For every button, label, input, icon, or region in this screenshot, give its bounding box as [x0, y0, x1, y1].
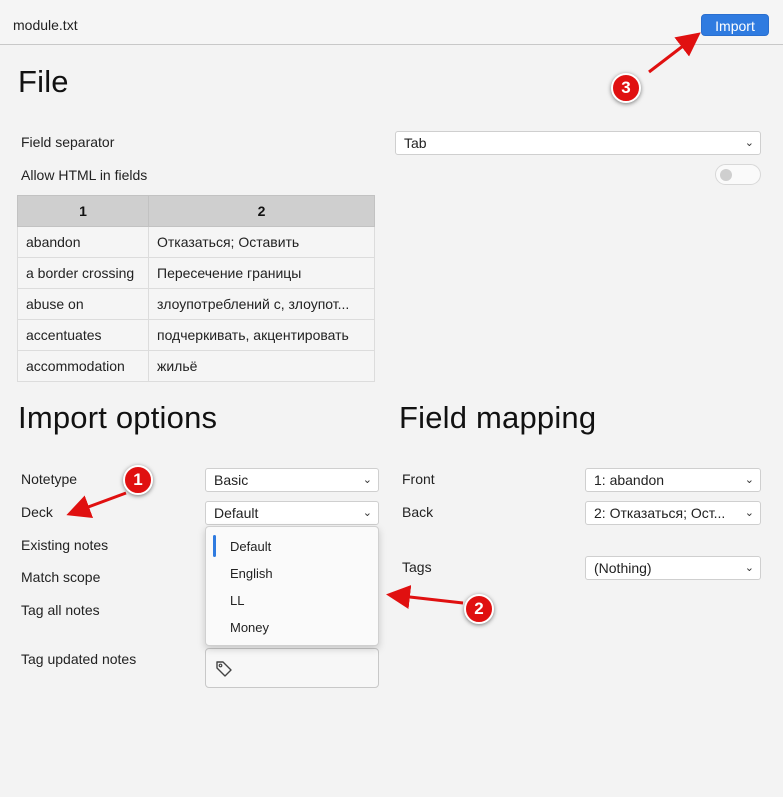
tag-icon [216, 661, 232, 677]
allow-html-label: Allow HTML in fields [21, 167, 148, 183]
table-row: abandon Отказаться; Оставить [17, 226, 375, 258]
table-header-row: 1 2 [17, 195, 375, 227]
chevron-down-icon: ⌄ [744, 137, 754, 149]
notetype-value: Basic [214, 472, 249, 488]
arrow-1 [66, 491, 127, 519]
table-cell: a border crossing [17, 257, 149, 289]
table-cell: Отказаться; Оставить [148, 226, 375, 258]
front-value: 1: abandon [594, 472, 665, 488]
front-select[interactable]: 1: abandon ⌄ [585, 468, 761, 492]
field-separator-label: Field separator [21, 134, 115, 150]
field-separator-select[interactable]: Tab ⌄ [395, 131, 761, 155]
import-button[interactable]: Import [701, 14, 769, 36]
match-scope-label: Match scope [21, 569, 101, 585]
chevron-down-icon: ⌄ [362, 474, 372, 486]
deck-option-default[interactable]: Default [230, 539, 271, 554]
back-select[interactable]: 2: Отказаться; Ост... ⌄ [585, 501, 761, 525]
back-value: 2: Отказаться; Ост... [594, 505, 726, 521]
tag-all-notes-label: Tag all notes [21, 602, 100, 618]
existing-notes-label: Existing notes [21, 537, 109, 553]
chevron-down-icon: ⌄ [744, 474, 754, 486]
tags-label: Tags [402, 559, 432, 575]
annotation-arrows [66, 32, 701, 609]
table-cell: злоупотреблений с, злоупот... [148, 288, 375, 320]
column-header: 1 [17, 195, 149, 227]
file-name: module.txt [13, 17, 78, 33]
tag-updated-notes-label: Tag updated notes [21, 651, 137, 667]
front-label: Front [402, 471, 435, 487]
selected-indicator [213, 535, 216, 557]
table-cell: жильё [148, 350, 375, 382]
deck-option-ll[interactable]: LL [230, 593, 244, 608]
table-row: abuse on злоупотреблений с, злоупот... [17, 288, 375, 320]
top-bar: module.txt Import [0, 0, 783, 45]
tag-updated-notes-input[interactable] [205, 648, 379, 688]
table-cell: Пересечение границы [148, 257, 375, 289]
column-header: 2 [148, 195, 375, 227]
notetype-label: Notetype [21, 471, 78, 487]
import-options-heading: Import options [18, 400, 218, 435]
deck-value: Default [214, 505, 259, 521]
field-separator-value: Tab [404, 135, 427, 151]
deck-option-money[interactable]: Money [230, 620, 269, 635]
chevron-down-icon: ⌄ [744, 562, 754, 574]
table-cell: abuse on [17, 288, 149, 320]
toggle-knob [720, 169, 732, 181]
table-row: accommodation жильё [17, 350, 375, 382]
arrow-2 [386, 585, 464, 609]
deck-select[interactable]: Default ⌄ [205, 501, 379, 525]
table-cell: accommodation [17, 350, 149, 382]
tags-select[interactable]: (Nothing) ⌄ [585, 556, 761, 580]
deck-option-english[interactable]: English [230, 566, 273, 581]
allow-html-toggle[interactable] [715, 164, 761, 185]
table-cell: accentuates [17, 319, 149, 351]
chevron-down-icon: ⌄ [362, 507, 372, 519]
table-row: accentuates подчеркивать, акцентировать [17, 319, 375, 351]
deck-dropdown-menu: Default English LL Money [205, 526, 379, 646]
annotation-badge-3: 3 [611, 73, 641, 103]
field-mapping-heading: Field mapping [399, 400, 597, 435]
notetype-select[interactable]: Basic ⌄ [205, 468, 379, 492]
file-heading: File [18, 64, 69, 99]
annotation-badge-1: 1 [123, 465, 153, 495]
table-cell: подчеркивать, акцентировать [148, 319, 375, 351]
tags-value: (Nothing) [594, 560, 652, 576]
chevron-down-icon: ⌄ [744, 507, 754, 519]
back-label: Back [402, 504, 434, 520]
deck-label: Deck [21, 504, 53, 520]
table-cell: abandon [17, 226, 149, 258]
table-row: a border crossing Пересечение границы [17, 257, 375, 289]
file-preview-table: 1 2 abandon Отказаться; Оставить a borde… [17, 195, 375, 382]
annotation-badge-2: 2 [464, 594, 494, 624]
